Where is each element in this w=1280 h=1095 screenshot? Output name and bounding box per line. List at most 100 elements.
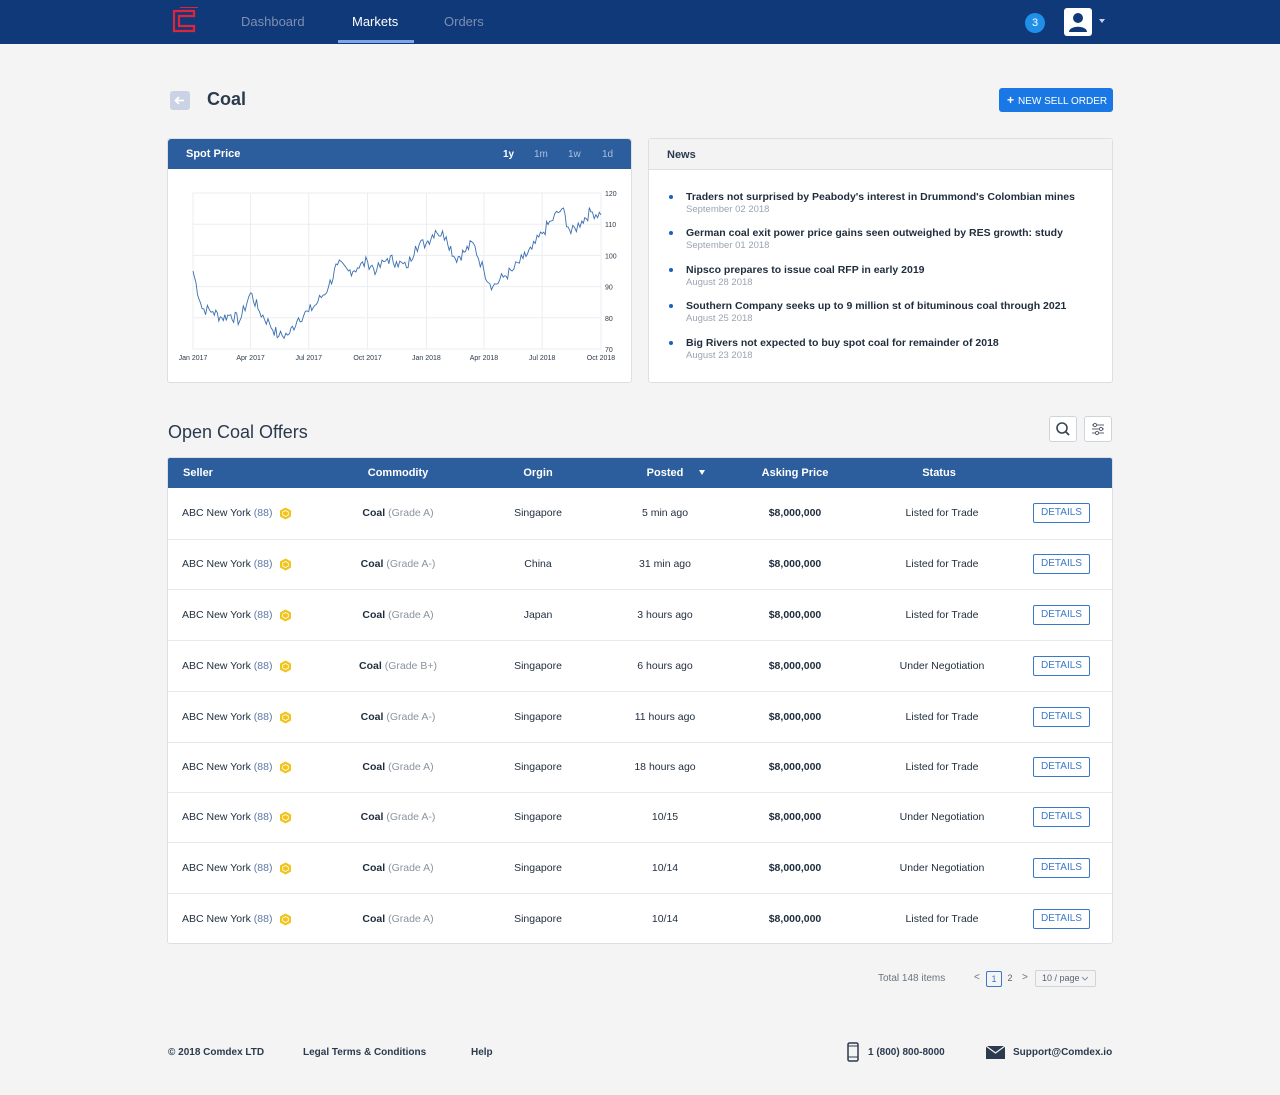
verified-badge-icon <box>280 558 291 571</box>
x-tick-label: Apr 2018 <box>470 355 499 362</box>
price-cell: $8,000,000 <box>768 761 822 773</box>
origin-cell: Japan <box>523 609 553 621</box>
avatar[interactable] <box>1064 8 1092 36</box>
range-1d[interactable]: 1d <box>602 149 613 160</box>
new-sell-order-label: NEW SELL ORDER <box>1018 96 1108 107</box>
next-page-button[interactable]: > <box>1022 972 1028 983</box>
col-origin[interactable]: Orgin <box>488 467 588 479</box>
seller-cell[interactable]: ABC New York (88) <box>182 558 272 570</box>
verified-badge-icon <box>280 507 291 520</box>
details-button[interactable]: DETAILS <box>1033 554 1090 574</box>
news-headline[interactable]: Nipsco prepares to issue coal RFP in ear… <box>686 264 925 276</box>
seller-cell[interactable]: ABC New York (88) <box>182 862 272 874</box>
seller-cell[interactable]: ABC New York (88) <box>182 507 272 519</box>
commodity-cell: Coal (Grade A) <box>318 862 478 874</box>
commodity-grade: (Grade A-) <box>386 711 436 723</box>
footer-legal-link[interactable]: Legal Terms & Conditions <box>303 1047 426 1058</box>
seller-cell[interactable]: ABC New York (88) <box>182 761 272 773</box>
nav-orders[interactable]: Orders <box>444 0 484 44</box>
commodity-name: Coal <box>362 507 386 519</box>
commodity-name: Coal <box>360 811 384 823</box>
posted-cell: 3 hours ago <box>637 609 693 621</box>
commodity-grade: (Grade A) <box>388 913 434 925</box>
search-button[interactable] <box>1049 416 1077 442</box>
x-tick-label: Jul 2017 <box>296 355 323 362</box>
commodity-cell: Coal (Grade A) <box>318 761 478 773</box>
news-headline[interactable]: Big Rivers not expected to buy spot coal… <box>686 337 999 349</box>
prev-page-button[interactable]: < <box>974 972 980 983</box>
details-button[interactable]: DETAILS <box>1033 807 1090 827</box>
range-1m[interactable]: 1m <box>534 149 548 160</box>
seller-cell[interactable]: ABC New York (88) <box>182 609 272 621</box>
commodity-name: Coal <box>362 913 386 925</box>
sort-desc-icon[interactable] <box>699 470 705 475</box>
col-commodity[interactable]: Commodity <box>318 467 478 479</box>
chevron-down-icon[interactable] <box>1099 19 1105 23</box>
seller-name: ABC New York <box>182 507 251 519</box>
footer-phone[interactable]: 1 (800) 800-8000 <box>868 1047 945 1058</box>
page-1-button[interactable]: 1 <box>986 971 1002 987</box>
posted-cell: 5 min ago <box>641 507 689 519</box>
y-tick-label: 120 <box>605 191 617 198</box>
verified-badge-icon <box>280 811 291 824</box>
nav-markets[interactable]: Markets <box>352 0 398 44</box>
seller-cell[interactable]: ABC New York (88) <box>182 711 272 723</box>
seller-name: ABC New York <box>182 558 251 570</box>
col-status[interactable]: Status <box>874 467 1004 479</box>
table-row: ABC New York (88) Coal (Grade B+) Singapor… <box>168 640 1112 691</box>
notification-badge[interactable]: 3 <box>1025 13 1045 33</box>
status-cell: Listed for Trade <box>905 913 979 925</box>
page-size-select[interactable]: 10 / page <box>1035 970 1096 987</box>
bullet-icon <box>669 231 673 235</box>
price-cell: $8,000,000 <box>768 558 822 570</box>
seller-rating: (88) <box>253 711 273 723</box>
table-row: ABC New York (88) Coal (Grade A) Japan 3 ho… <box>168 589 1112 640</box>
origin-cell: Singapore <box>514 761 562 773</box>
posted-cell: 10/15 <box>651 811 679 823</box>
bullet-icon <box>669 304 673 308</box>
seller-rating: (88) <box>253 558 273 570</box>
details-button[interactable]: DETAILS <box>1033 605 1090 625</box>
news-headline[interactable]: German coal exit power price gains seen … <box>686 227 1063 239</box>
origin-cell: Singapore <box>514 507 562 519</box>
posted-cell: 11 hours ago <box>634 711 696 723</box>
page-2-button[interactable]: 2 <box>1002 971 1018 987</box>
commodity-cell: Coal (Grade A) <box>318 913 478 925</box>
commodity-grade: (Grade A-) <box>386 558 436 570</box>
table-row: ABC New York (88) Coal (Grade A-) Singapor… <box>168 792 1112 842</box>
seller-name: ABC New York <box>182 711 251 723</box>
filter-button[interactable] <box>1084 416 1112 442</box>
seller-cell[interactable]: ABC New York (88) <box>182 811 272 823</box>
range-1w[interactable]: 1w <box>568 149 581 160</box>
back-button[interactable] <box>170 91 190 110</box>
range-1y[interactable]: 1y <box>503 149 514 160</box>
details-button[interactable]: DETAILS <box>1033 656 1090 676</box>
seller-cell[interactable]: ABC New York (88) <box>182 913 272 925</box>
nav-dashboard[interactable]: Dashboard <box>241 0 305 44</box>
col-asking-price[interactable]: Asking Price <box>740 467 850 479</box>
page-size-value: 10 / page <box>1042 973 1080 983</box>
news-headline[interactable]: Traders not surprised by Peabody's inter… <box>686 191 1075 203</box>
comdex-logo[interactable] <box>170 7 200 35</box>
details-button[interactable]: DETAILS <box>1033 757 1090 777</box>
footer-help-link[interactable]: Help <box>471 1047 493 1058</box>
details-button[interactable]: DETAILS <box>1033 858 1090 878</box>
chevron-down-icon <box>1081 976 1089 981</box>
commodity-grade: (Grade B+) <box>384 660 437 672</box>
new-sell-order-button[interactable]: + NEW SELL ORDER <box>999 88 1113 112</box>
y-tick-label: 80 <box>605 316 613 323</box>
details-button[interactable]: DETAILS <box>1033 503 1090 523</box>
price-cell: $8,000,000 <box>768 711 822 723</box>
price-series-line <box>192 207 602 340</box>
verified-badge-icon <box>280 913 291 926</box>
news-headline[interactable]: Southern Company seeks up to 9 million s… <box>686 300 1066 312</box>
details-button[interactable]: DETAILS <box>1033 909 1090 929</box>
col-seller[interactable]: Seller <box>183 467 213 479</box>
seller-cell[interactable]: ABC New York (88) <box>182 660 272 672</box>
footer-email[interactable]: Support@Comdex.io <box>1013 1047 1112 1058</box>
price-cell: $8,000,000 <box>768 811 822 823</box>
commodity-name: Coal <box>362 761 386 773</box>
details-button[interactable]: DETAILS <box>1033 707 1090 727</box>
status-cell: Listed for Trade <box>905 507 979 519</box>
verified-badge-icon <box>280 711 291 724</box>
